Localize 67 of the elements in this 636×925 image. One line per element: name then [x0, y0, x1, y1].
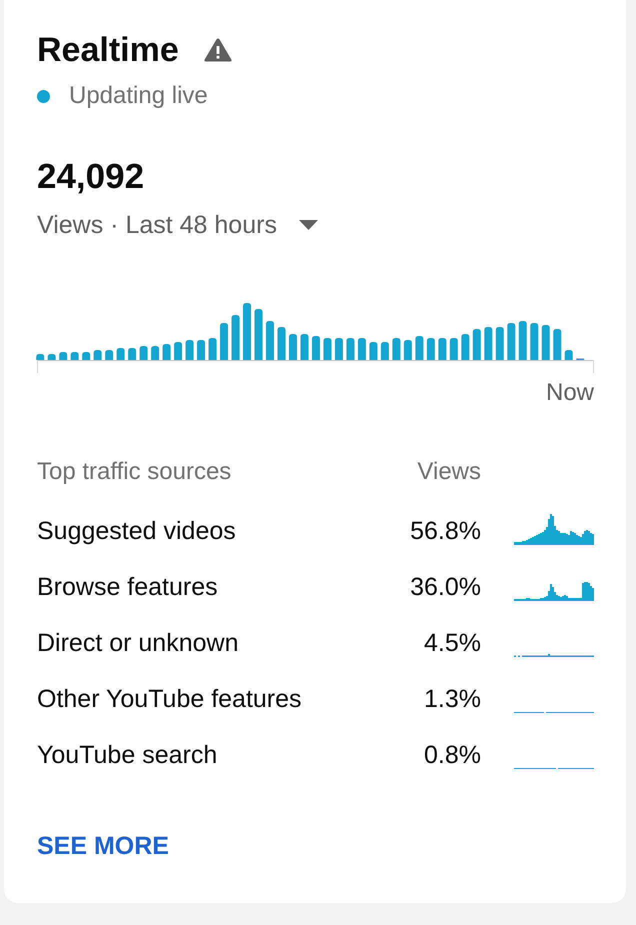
chart-bar — [116, 348, 125, 360]
source-label: Browse features — [37, 572, 219, 603]
chart-bar — [472, 328, 481, 360]
chart-bar — [232, 314, 240, 360]
chart-bar — [380, 342, 389, 360]
chart-bar — [415, 336, 424, 360]
chart-bar — [243, 302, 252, 360]
source-label: Direct or unknown — [37, 628, 240, 659]
chart-bar — [94, 350, 102, 360]
chart-bar — [334, 338, 343, 360]
chart-bar — [128, 348, 136, 360]
chart-bar — [151, 346, 160, 360]
chart-bar — [438, 338, 446, 360]
chart-bar — [426, 338, 435, 360]
axis-label: Now — [546, 378, 594, 408]
chart-bar — [346, 338, 354, 360]
share-value: 56.8% — [410, 516, 481, 547]
share-value: 36.0% — [410, 572, 481, 603]
chart-bar — [70, 352, 79, 360]
chart-bar — [59, 352, 68, 360]
chart-bar — [461, 334, 470, 360]
chart-bar — [392, 338, 400, 360]
share-value: 0.8% — [424, 740, 481, 771]
metric-dropdown[interactable]: Views · Last 48 hours — [37, 210, 318, 240]
chart-bar — [564, 350, 573, 360]
chart-bar — [197, 340, 206, 360]
chart-bar — [36, 354, 44, 360]
chart-bar — [254, 308, 262, 360]
chart-bar — [48, 354, 56, 360]
chart-bar — [186, 340, 194, 360]
chart-bar — [208, 338, 217, 360]
source-label: Other YouTube features — [37, 684, 303, 715]
chart-bar — [450, 338, 458, 360]
chart-bar — [518, 320, 527, 360]
chart-bar — [105, 350, 114, 360]
chart-bar — [140, 346, 148, 360]
chart-bar — [220, 322, 228, 360]
column-header: Views — [417, 457, 481, 488]
chart-bar — [496, 326, 504, 360]
view-count: 24,092 — [37, 156, 144, 198]
share-value: 1.3% — [424, 684, 481, 715]
chart-bar — [300, 334, 308, 360]
card-title: Realtime — [37, 30, 179, 71]
chart-bar — [288, 334, 297, 360]
chart-bar — [82, 352, 90, 360]
share-value: 4.5% — [424, 628, 481, 659]
chart-bar — [369, 342, 378, 360]
source-label: Suggested videos — [37, 516, 237, 547]
chart-bar — [278, 326, 286, 360]
warning-icon — [204, 38, 232, 62]
chart-bar — [162, 344, 171, 360]
source-label: YouTube search — [37, 740, 218, 771]
status-text: Updating live — [69, 82, 208, 111]
chart-bar — [553, 328, 562, 360]
chart-bar — [174, 342, 182, 360]
chart-bar — [404, 340, 412, 360]
chart-bar — [323, 338, 332, 360]
see-more-link[interactable]: SEE MORE — [37, 831, 169, 862]
chart-bar — [312, 336, 320, 360]
chart-bar — [507, 322, 516, 360]
caret-icon — [298, 220, 318, 230]
chart-bar — [542, 324, 550, 360]
chart-bar — [484, 326, 492, 360]
column-header: Top traffic sources — [37, 457, 232, 488]
chart-bar — [266, 320, 274, 360]
chart-bar — [530, 322, 538, 360]
chart-bar — [358, 338, 366, 360]
